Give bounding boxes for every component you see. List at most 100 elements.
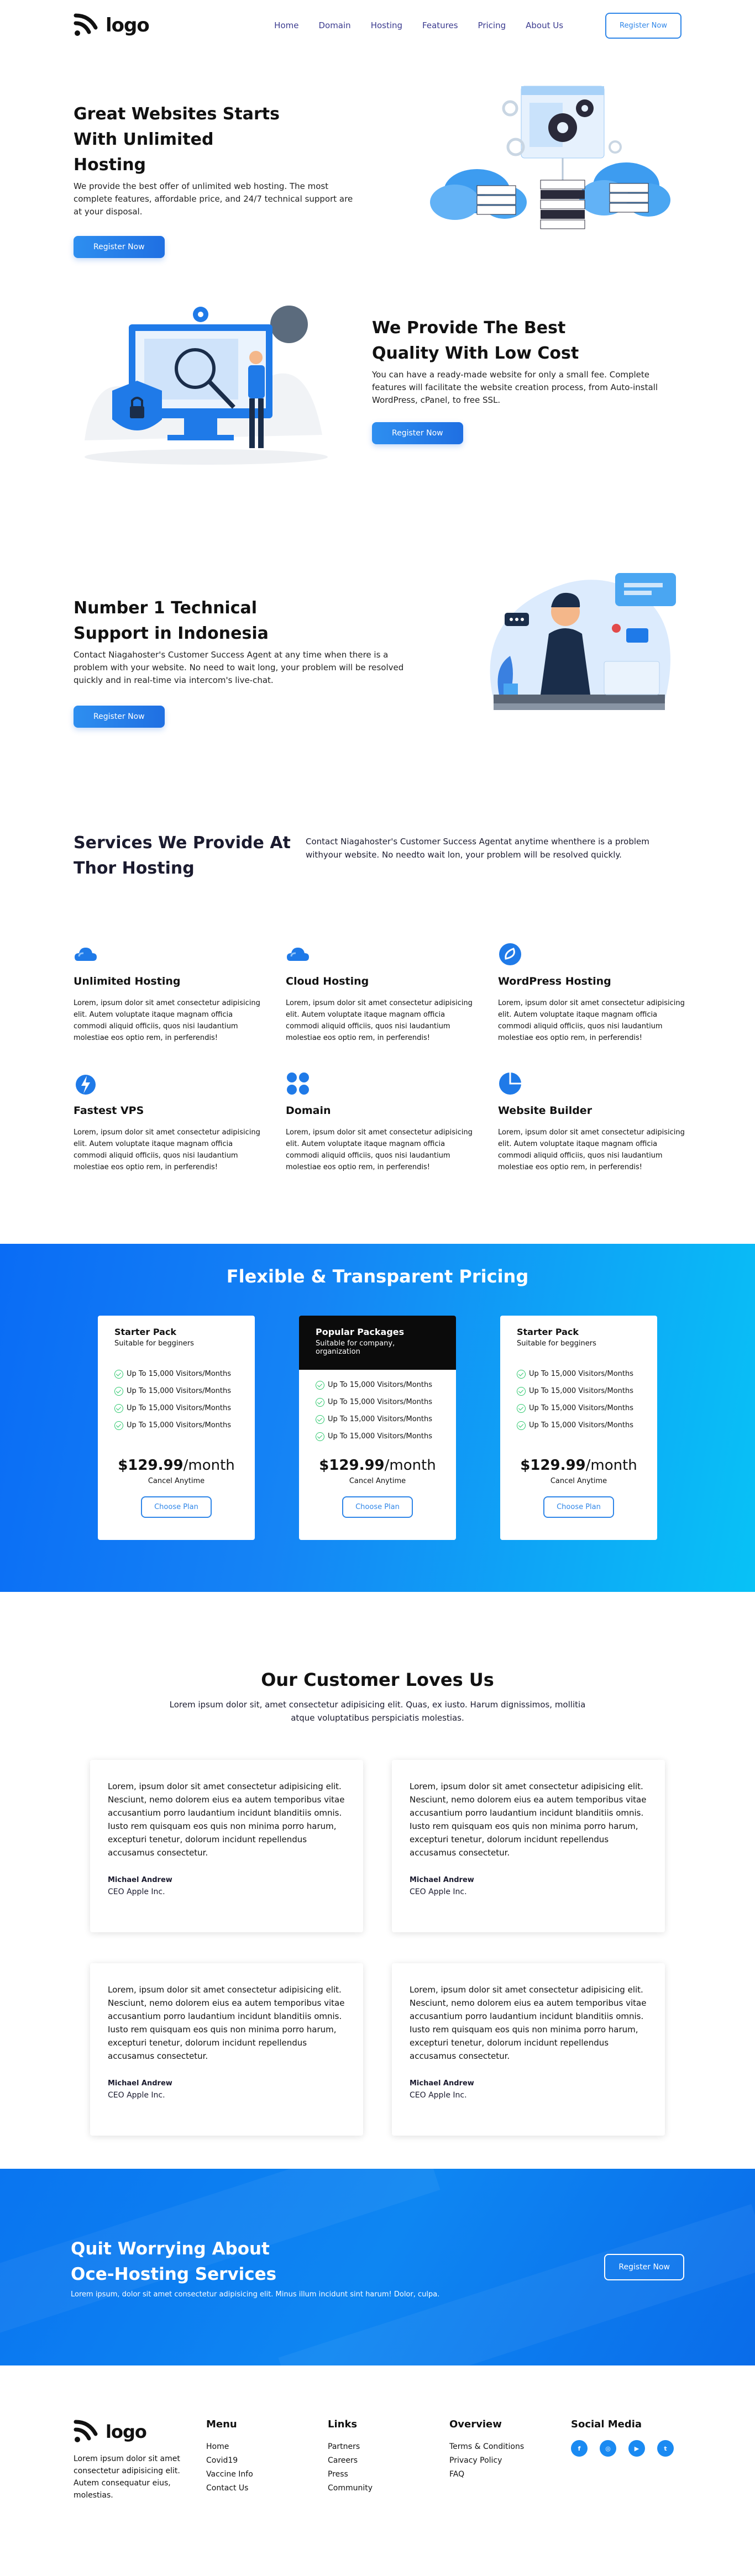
testimonial-card: Lorem, ipsum dolor sit amet consectetur …: [90, 1760, 363, 1932]
service-title: Cloud Hosting: [286, 975, 369, 987]
pricing-card-header: Starter Pack Suitable for begginers: [500, 1316, 657, 1370]
service-text: Lorem, ipsum dolor sit amet consectetur …: [498, 999, 685, 1042]
youtube-icon[interactable]: ▶: [628, 2440, 645, 2457]
nav-register-button[interactable]: Register Now: [605, 12, 681, 39]
hero-title-line2: With Unlimited: [74, 130, 214, 149]
facebook-icon[interactable]: f: [571, 2440, 588, 2457]
services-title-line1: Services We Provide At: [74, 833, 291, 853]
plan-feature: Up To 15,000 Visitors/Months: [517, 1400, 641, 1417]
testimonial-card: Lorem, ipsum dolor sit amet consectetur …: [392, 1760, 665, 1932]
hero-title: Great Websites Starts With Unlimited Hos…: [74, 102, 361, 178]
plan-feature-text: Up To 15,000 Visitors/Months: [328, 1432, 433, 1441]
cta-title-line2: Oce-Hosting Services: [71, 2264, 277, 2284]
service-title: Domain: [286, 1105, 331, 1117]
testimonial-role: CEO Apple Inc.: [410, 2091, 467, 2100]
plan-cancel-note: Cancel Anytime: [148, 1477, 205, 1485]
best-quality-text: We Provide The Best Quality With Low Cos…: [372, 316, 681, 444]
service-item: WordPress Hosting Lorem, ipsum dolor sit…: [498, 942, 686, 1044]
footer-link-home[interactable]: Home: [206, 2440, 311, 2454]
footer-link-covid19[interactable]: Covid19: [206, 2454, 311, 2468]
footer-link-faq[interactable]: FAQ: [449, 2468, 554, 2482]
hero-section: Great Websites Starts With Unlimited Hos…: [74, 86, 681, 258]
plan-feature-text: Up To 15,000 Visitors/Months: [529, 1421, 634, 1429]
service-text: Lorem, ipsum dolor sit amet consectetur …: [74, 1128, 260, 1171]
plan-feature-text: Up To 15,000 Visitors/Months: [127, 1421, 232, 1429]
footer-link-privacy[interactable]: Privacy Policy: [449, 2454, 554, 2468]
check-icon: [114, 1369, 123, 1379]
plan-feature: Up To 15,000 Visitors/Months: [316, 1394, 439, 1411]
footer-link-community[interactable]: Community: [328, 2482, 433, 2495]
wordpress-icon: [499, 943, 521, 965]
pricing-title: Flexible & Transparent Pricing: [226, 1266, 529, 1287]
plan-price: $129.99/month: [500, 1457, 657, 1474]
pricing-card-starter: Starter Pack Suitable for begginers Up T…: [98, 1316, 255, 1540]
testimonials-description: Lorem ipsum dolor sit, amet consectetur …: [169, 1700, 586, 1723]
footer-link-careers[interactable]: Careers: [328, 2454, 433, 2468]
nav-hosting[interactable]: Hosting: [371, 20, 402, 30]
instagram-icon[interactable]: ◎: [600, 2440, 616, 2457]
hero-title-line3: Hosting: [74, 155, 146, 175]
nav-home[interactable]: Home: [274, 20, 298, 30]
footer-links: Links Partners Careers Press Community: [328, 2419, 433, 2501]
footer-logo-text: logo: [106, 2421, 147, 2442]
check-icon: [114, 1403, 123, 1413]
support-register-button[interactable]: Register Now: [74, 705, 165, 728]
testimonial-role: CEO Apple Inc.: [108, 2091, 165, 2100]
plan-subtitle: Suitable for begginers: [517, 1339, 596, 1348]
testimonial-name: Michael Andrew: [410, 2079, 474, 2088]
choose-plan-button[interactable]: Choose Plan: [543, 1496, 614, 1518]
nav-pricing[interactable]: Pricing: [478, 20, 506, 30]
plan-feature-text: Up To 15,000 Visitors/Months: [127, 1404, 232, 1412]
check-icon: [114, 1421, 123, 1430]
service-title: WordPress Hosting: [498, 975, 611, 987]
service-title: Unlimited Hosting: [74, 975, 181, 987]
hero-register-button[interactable]: Register Now: [74, 236, 165, 258]
check-icon: [316, 1380, 324, 1390]
testimonial-text: Lorem, ipsum dolor sit amet consectetur …: [108, 1985, 345, 2061]
testimonials-grid: Lorem, ipsum dolor sit amet consectetur …: [90, 1760, 665, 2136]
pricing-section: Flexible & Transparent Pricing Starter P…: [0, 1244, 755, 1592]
services-title-line2: Thor Hosting: [74, 859, 195, 878]
plan-feature-text: Up To 15,000 Visitors/Months: [529, 1387, 634, 1395]
choose-plan-button[interactable]: Choose Plan: [342, 1496, 413, 1518]
plan-feature: Up To 15,000 Visitors/Months: [517, 1417, 641, 1434]
footer-link-press[interactable]: Press: [328, 2468, 433, 2482]
pie-builder-icon: [499, 1073, 521, 1095]
plan-feature-text: Up To 15,000 Visitors/Months: [529, 1404, 634, 1412]
service-title: Website Builder: [498, 1105, 593, 1117]
best-quality-title: We Provide The Best Quality With Low Cos…: [372, 316, 681, 366]
testimonial-text: Lorem, ipsum dolor sit amet consectetur …: [410, 1985, 647, 2061]
nav-domain[interactable]: Domain: [318, 20, 350, 30]
cta-register-button[interactable]: Register Now: [604, 2254, 684, 2280]
footer-social-title: Social Media: [571, 2419, 642, 2430]
service-item: Fastest VPS Lorem, ipsum dolor sit amet …: [74, 1071, 261, 1173]
plan-feature-text: Up To 15,000 Visitors/Months: [328, 1381, 433, 1389]
testimonial-card: Lorem, ipsum dolor sit amet consectetur …: [392, 1963, 665, 2136]
footer-link-terms[interactable]: Terms & Conditions: [449, 2440, 554, 2454]
footer-overview: Overview Terms & Conditions Privacy Poli…: [449, 2419, 554, 2501]
cta-section: Quit Worrying About Oce-Hosting Services…: [0, 2169, 755, 2365]
best-quality-register-button[interactable]: Register Now: [372, 422, 463, 444]
cta-content: Quit Worrying About Oce-Hosting Services…: [71, 2169, 684, 2365]
logo-mark-icon: [74, 2420, 98, 2442]
footer-link-vaccine-info[interactable]: Vaccine Info: [206, 2468, 311, 2482]
choose-plan-button[interactable]: Choose Plan: [141, 1496, 212, 1518]
services-section: Services We Provide At Thor Hosting Cont…: [0, 830, 755, 1173]
logo[interactable]: logo: [74, 12, 150, 39]
nav-features[interactable]: Features: [422, 20, 458, 30]
pricing-cards: Starter Pack Suitable for begginers Up T…: [0, 1316, 755, 1540]
hero-text: Great Websites Starts With Unlimited Hos…: [74, 102, 361, 258]
pricing-card-popular: Popular Packages Suitable for company, o…: [299, 1316, 456, 1540]
footer-menu: Menu Home Covid19 Vaccine Info Contact U…: [206, 2419, 311, 2501]
footer-links-title: Links: [328, 2419, 358, 2430]
plan-feature-text: Up To 15,000 Visitors/Months: [127, 1387, 232, 1395]
plan-feature-text: Up To 15,000 Visitors/Months: [328, 1415, 433, 1423]
twitter-icon[interactable]: t: [657, 2440, 674, 2457]
plan-feature: Up To 15,000 Visitors/Months: [114, 1365, 238, 1382]
nav-about-us[interactable]: About Us: [526, 20, 563, 30]
cta-title: Quit Worrying About Oce-Hosting Services: [71, 2236, 439, 2287]
footer-link-partners[interactable]: Partners: [328, 2440, 433, 2454]
footer-link-contact-us[interactable]: Contact Us: [206, 2482, 311, 2495]
footer-logo[interactable]: logo: [74, 2419, 190, 2445]
support-title-line2: Support in Indonesia: [74, 623, 269, 643]
